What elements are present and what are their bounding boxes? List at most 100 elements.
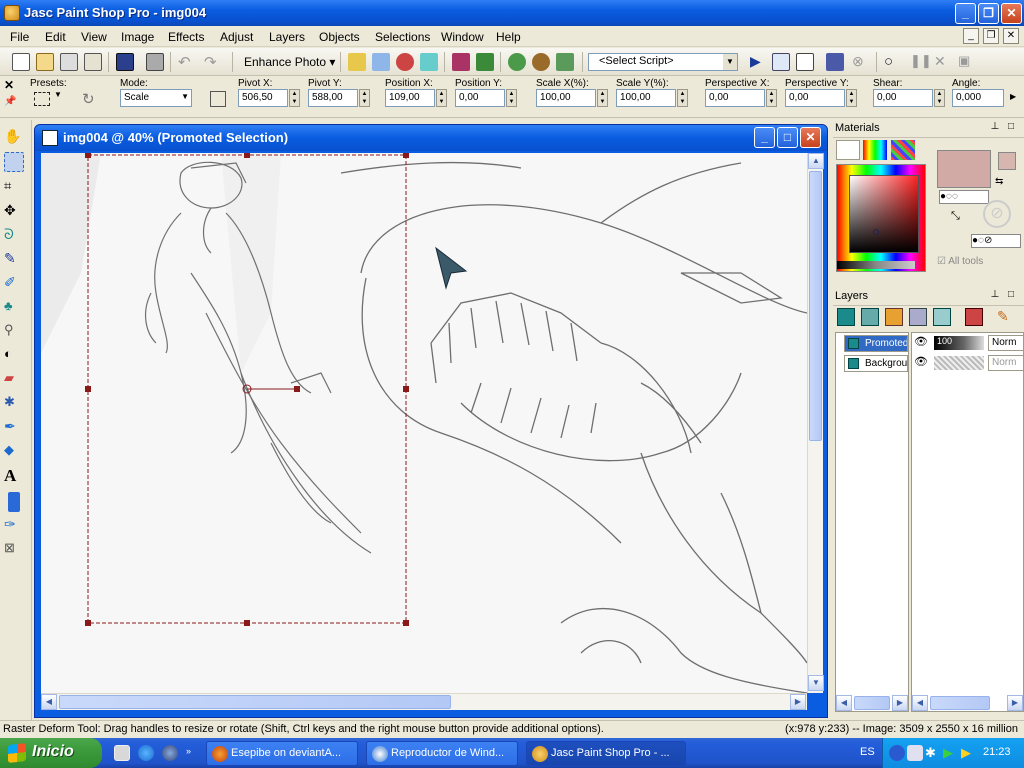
pan-tool-icon[interactable]: ✋ bbox=[4, 128, 24, 148]
minimize-button[interactable]: _ bbox=[955, 3, 976, 24]
blend-mode-select[interactable]: Norm bbox=[988, 335, 1024, 351]
eraser-tool-icon[interactable]: ▰ bbox=[4, 370, 24, 390]
materials-frame-tab[interactable] bbox=[836, 140, 860, 160]
position-y-spinner[interactable]: ▲ ▼ bbox=[506, 89, 517, 107]
grayscale-strip[interactable] bbox=[837, 261, 915, 269]
one-step-fix-icon[interactable] bbox=[348, 53, 366, 71]
script-recording-icon[interactable] bbox=[796, 53, 814, 71]
scroll-left-icon[interactable]: ◀ bbox=[41, 694, 57, 710]
dropper-tool-icon[interactable]: ✎ bbox=[4, 250, 24, 270]
pin-icon[interactable]: ⊥ bbox=[989, 289, 1001, 301]
perspective-x-spinner[interactable]: ▲ ▼ bbox=[766, 89, 777, 107]
chevron-down-icon[interactable]: ▼ bbox=[54, 90, 62, 99]
dodge-tool-icon[interactable]: ◐ bbox=[4, 346, 24, 366]
blend-mode-select[interactable]: Norm bbox=[988, 355, 1024, 371]
clock[interactable]: 21:23 bbox=[983, 746, 1011, 758]
background-swatch[interactable] bbox=[998, 152, 1016, 170]
clarify-icon[interactable] bbox=[420, 53, 438, 71]
swap-icon[interactable]: ⤡ bbox=[951, 210, 960, 223]
preset-shape-icon[interactable] bbox=[8, 492, 20, 512]
paint-brush-icon[interactable]: ✐ bbox=[4, 274, 24, 294]
stop-icon[interactable]: ✕ bbox=[934, 53, 952, 71]
position-y-field[interactable]: 0,00 bbox=[455, 89, 505, 107]
scroll-right-icon[interactable]: ▶ bbox=[892, 695, 908, 711]
reset-icon[interactable]: ↻ bbox=[82, 90, 100, 108]
menu-image[interactable]: Image bbox=[121, 30, 154, 44]
new-mask-layer-icon[interactable] bbox=[909, 308, 927, 326]
enhance-photo-menu[interactable]: Enhance Photo ▾ bbox=[244, 55, 335, 69]
record-icon[interactable]: ○ bbox=[884, 53, 902, 71]
menu-window[interactable]: Window bbox=[441, 30, 484, 44]
scroll-left-icon[interactable]: ◀ bbox=[912, 695, 928, 711]
airbrush-icon[interactable]: ✒ bbox=[4, 418, 24, 438]
close-options-icon[interactable]: ✕ bbox=[4, 78, 14, 92]
crop-tool-icon[interactable]: ⌗ bbox=[4, 178, 24, 198]
scroll-down-icon[interactable]: ▼ bbox=[808, 675, 824, 691]
scroll-left-icon[interactable]: ◀ bbox=[836, 695, 852, 711]
tray-chevron-icon[interactable] bbox=[889, 745, 905, 761]
menu-adjust[interactable]: Adjust bbox=[220, 30, 253, 44]
vertical-scroll-thumb[interactable] bbox=[809, 171, 822, 441]
position-x-spinner[interactable]: ▲ ▼ bbox=[436, 89, 447, 107]
new-raster-layer-icon[interactable] bbox=[837, 308, 855, 326]
internet-explorer-icon[interactable] bbox=[138, 745, 154, 761]
swatches-tab[interactable] bbox=[891, 140, 915, 160]
image-canvas[interactable] bbox=[41, 153, 807, 693]
swap-colors-icon[interactable]: ⇆ bbox=[995, 176, 1003, 187]
task-firefox[interactable]: Esepibe on deviantA... bbox=[206, 741, 358, 766]
perspective-y-spinner[interactable]: ▲ ▼ bbox=[846, 89, 857, 107]
scratch-remover-icon[interactable]: ⚲ bbox=[4, 322, 24, 342]
save-icon[interactable] bbox=[116, 53, 134, 71]
shear-spinner[interactable]: ▲ ▼ bbox=[934, 89, 945, 107]
menu-help[interactable]: Help bbox=[496, 30, 521, 44]
scanner-icon[interactable] bbox=[84, 53, 102, 71]
chevron-down-icon[interactable]: ▼ bbox=[723, 54, 737, 70]
angle-field[interactable]: 0,000 bbox=[952, 89, 1004, 107]
run-script-icon[interactable]: ▶ bbox=[750, 53, 768, 71]
eye-icon[interactable]: 👁 bbox=[914, 355, 930, 371]
layers-props-hscroll-thumb[interactable] bbox=[930, 696, 990, 710]
style-selector[interactable]: ●◌◌ bbox=[939, 190, 989, 204]
rainbow-tab[interactable] bbox=[863, 140, 887, 160]
pen-tool-icon[interactable]: ✑ bbox=[4, 516, 24, 536]
foreground-swatch[interactable] bbox=[937, 150, 991, 188]
doc-maximize-button[interactable]: □ bbox=[777, 127, 798, 148]
pivot-y-spinner[interactable]: ▲ ▼ bbox=[359, 89, 370, 107]
layer-row-promoted[interactable]: Promoted bbox=[844, 335, 908, 352]
red-eye-icon[interactable] bbox=[396, 53, 414, 71]
horizontal-scroll-thumb[interactable] bbox=[59, 695, 451, 709]
mdi-close-button[interactable]: ✕ bbox=[1003, 28, 1019, 44]
scroll-up-icon[interactable]: ▲ bbox=[808, 153, 824, 169]
panel-restore-icon[interactable]: □ bbox=[1005, 289, 1017, 301]
lasso-tool-icon[interactable]: ᘐ bbox=[4, 226, 24, 246]
new-group-icon[interactable] bbox=[933, 308, 951, 326]
eye-icon[interactable]: 👁 bbox=[914, 335, 930, 351]
selection-tool-icon[interactable] bbox=[4, 152, 24, 172]
edit-script-icon[interactable] bbox=[772, 53, 790, 71]
presets-icon[interactable] bbox=[34, 92, 50, 106]
task-media-player[interactable]: Reproductor de Wind... bbox=[366, 741, 518, 766]
pin-icon[interactable]: ⊥ bbox=[989, 121, 1001, 133]
menu-objects[interactable]: Objects bbox=[319, 30, 360, 44]
menu-effects[interactable]: Effects bbox=[168, 30, 204, 44]
menu-file[interactable]: File bbox=[10, 30, 29, 44]
background-style-selector[interactable]: ●◌⊘ bbox=[971, 234, 1021, 248]
new-file-icon[interactable] bbox=[12, 53, 30, 71]
browser-toggle-icon[interactable] bbox=[532, 53, 550, 71]
paint-shop-pro-icon[interactable] bbox=[4, 5, 20, 21]
scroll-right-icon[interactable]: ▶ bbox=[790, 694, 806, 710]
start-button[interactable]: Inicio bbox=[0, 738, 102, 768]
perspective-y-field[interactable]: 0,00 bbox=[785, 89, 845, 107]
menu-selections[interactable]: Selections bbox=[375, 30, 430, 44]
layer-row-background[interactable]: Background bbox=[844, 355, 908, 372]
scroll-right-icon[interactable]: ▶ bbox=[1007, 695, 1023, 711]
print-icon[interactable] bbox=[146, 53, 164, 71]
mdi-restore-button[interactable]: ❐ bbox=[983, 28, 999, 44]
save-script-icon[interactable]: ▣ bbox=[958, 53, 976, 71]
language-indicator[interactable]: ES bbox=[860, 746, 875, 758]
scale-x-field[interactable]: 100,00 bbox=[536, 89, 596, 107]
select-script-dropdown[interactable]: <Select Script> ▼ bbox=[588, 53, 738, 71]
menu-view[interactable]: View bbox=[81, 30, 107, 44]
undo-icon[interactable]: ↶ bbox=[178, 53, 196, 71]
browse-icon[interactable] bbox=[60, 53, 78, 71]
